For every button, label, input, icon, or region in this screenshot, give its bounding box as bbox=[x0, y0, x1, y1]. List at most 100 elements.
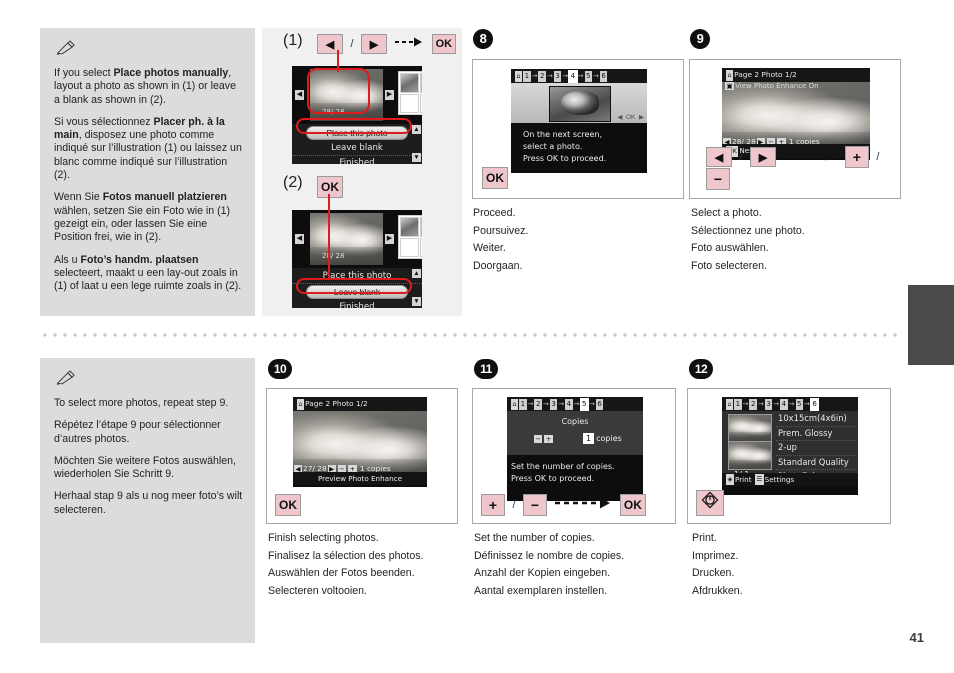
plus-icon-11[interactable]: + bbox=[544, 434, 553, 443]
note-top-p4: Als u Foto’s handm. plaatsen selecteert,… bbox=[54, 253, 242, 293]
crumb-arrow: → bbox=[788, 400, 795, 408]
step-8-caption: Proceed. Poursuivez. Weiter. Doorgaan. bbox=[473, 205, 528, 275]
thumb-selected-slot bbox=[419, 73, 422, 93]
ok-key-step10[interactable]: OK bbox=[275, 494, 301, 516]
crumb-2: 2 bbox=[749, 399, 757, 410]
page-preview-12 bbox=[728, 414, 772, 470]
home-icon-12: ⌂ bbox=[726, 398, 734, 410]
setting-layout[interactable]: 2-up bbox=[776, 441, 856, 456]
step-11-keys: + / − OK bbox=[481, 494, 646, 516]
photo-counter-2: 28/ 28 bbox=[322, 252, 345, 260]
right-arrow-key[interactable]: ▶ bbox=[360, 34, 387, 54]
lcd-footer-10: Preview Photo Enhance bbox=[293, 471, 427, 485]
illustration-label-2: (2) bbox=[283, 174, 303, 191]
left-arrow-key-9[interactable]: ◀ bbox=[706, 147, 732, 167]
copies-label-11: copies bbox=[596, 434, 622, 443]
setting-paper-size[interactable]: 10x15cm(4x6in) bbox=[776, 412, 856, 427]
thumb-filled bbox=[400, 73, 419, 93]
copies-stepper-11[interactable]: − + bbox=[533, 434, 554, 443]
key-slash-9a: / bbox=[739, 151, 743, 163]
note-bottom-p2: Répétez l’étape 9 pour sélectionner d’au… bbox=[54, 419, 221, 445]
scroll-down-icon-2[interactable]: ▼ bbox=[412, 297, 421, 306]
crumb-arrow: → bbox=[588, 400, 595, 408]
message-line-3: Press OK to proceed. bbox=[523, 154, 607, 163]
crumb-arrow: → bbox=[757, 400, 764, 408]
crumb-arrow: → bbox=[531, 72, 538, 80]
menu-item-leave-blank[interactable]: Leave blank bbox=[292, 141, 422, 156]
minus-icon-11[interactable]: − bbox=[534, 434, 543, 443]
print-start-key[interactable] bbox=[696, 490, 724, 516]
layout-thumbnails-2 bbox=[398, 215, 422, 259]
minus-key-9[interactable]: − bbox=[706, 168, 730, 190]
note-top-p1: If you select Place photos manually, lay… bbox=[54, 67, 236, 106]
thumb-empty-4 bbox=[419, 237, 422, 257]
caption-de: Foto auswählen. bbox=[691, 242, 769, 254]
note-box-bottom: To select more photos, repeat step 9. Ré… bbox=[40, 358, 255, 643]
nav-right-icon[interactable]: ▶ bbox=[385, 90, 394, 100]
thumb-selected-slot-2 bbox=[419, 217, 422, 237]
setting-paper-type[interactable]: Prem. Glossy bbox=[776, 427, 856, 442]
step-12-caption: Print. Imprimez. Drucken. Afdrukken. bbox=[692, 530, 743, 600]
lcd-screen-8: ⌂ 1 → 2 → 3 → 4 → 5 → 6 ◀ OK ▶ On the next screen, … bbox=[511, 69, 647, 173]
message-line-2-11: Press OK to proceed. bbox=[511, 474, 595, 483]
step-panel-12: ⌂1→2→3→4→5→6 1/ 1 10x15cm(4x6in) Prem. G… bbox=[687, 388, 891, 524]
nav-left-icon-2[interactable]: ◀ bbox=[295, 234, 304, 244]
crumb-1: 1 bbox=[523, 71, 531, 82]
caption-en: Print. bbox=[692, 532, 717, 544]
callout-ring-leave-blank bbox=[296, 278, 412, 294]
home-icon-11: ⌂ bbox=[511, 398, 519, 410]
lcd-title-text-9: Page 2 Photo 1/2 bbox=[734, 70, 797, 79]
caption-fr: Définissez le nombre de copies. bbox=[474, 549, 625, 562]
note-box-top: If you select Place photos manually, lay… bbox=[40, 28, 255, 316]
plus-key-9[interactable]: + bbox=[844, 146, 869, 168]
dashed-arrow-icon-11 bbox=[555, 496, 611, 515]
preview-slot-2 bbox=[729, 442, 771, 469]
lcd-subtitle-9: ▣ View Photo Enhance On bbox=[725, 81, 819, 90]
minus-key-11[interactable]: − bbox=[522, 494, 547, 516]
copies-value-group-11: 1 copies bbox=[581, 433, 622, 444]
step-badge-8: 8 bbox=[473, 29, 493, 49]
crumb-2: 2 bbox=[538, 71, 546, 82]
menu-item-finished-2[interactable]: Finished bbox=[292, 300, 422, 308]
lcd-title-text-10: Page 2 Photo 1/2 bbox=[305, 399, 368, 408]
nav-left-icon[interactable]: ◀ bbox=[295, 90, 304, 100]
footer-settings-label: Settings bbox=[764, 474, 795, 484]
crumb-arrow: → bbox=[573, 400, 580, 408]
right-arrow-key-9[interactable]: ▶ bbox=[749, 147, 776, 167]
crumb-3: 3 bbox=[764, 399, 773, 410]
step-panel-10: ⌂ Page 2 Photo 1/2 ◀ 27/ 28 ▶ − + 1 copies Pr… bbox=[266, 388, 458, 524]
caption-en: Set the number of copies. bbox=[474, 532, 595, 544]
scroll-up-icon-2[interactable]: ▲ bbox=[412, 269, 421, 278]
setting-quality[interactable]: Standard Quality bbox=[776, 456, 856, 471]
step-badge-9: 9 bbox=[690, 29, 710, 49]
crumb-6: 6 bbox=[599, 71, 608, 82]
crumb-4: 4 bbox=[780, 399, 788, 410]
message-line-2: select a photo. bbox=[523, 142, 583, 151]
step-badge-10: 10 bbox=[268, 359, 292, 379]
plus-key-11[interactable]: + bbox=[481, 494, 505, 516]
caption-nl: Doorgaan. bbox=[473, 259, 523, 272]
menu-item-finished[interactable]: Finished bbox=[292, 156, 422, 164]
scroll-down-icon[interactable]: ▼ bbox=[412, 153, 421, 162]
thumb-filled-2 bbox=[400, 217, 419, 237]
thumb-empty-2 bbox=[419, 93, 422, 113]
settings-area-12: 1/ 1 10x15cm(4x6in) Prem. Glossy 2-up St… bbox=[722, 411, 858, 486]
scroll-up-icon[interactable]: ▲ bbox=[412, 125, 421, 134]
copies-area-11: Copies − + 1 copies bbox=[507, 411, 643, 455]
preview-slot-1 bbox=[729, 415, 771, 442]
ok-key-step8[interactable]: OK bbox=[482, 167, 508, 189]
crumb-arrow: → bbox=[527, 400, 534, 408]
ok-key[interactable]: OK bbox=[431, 34, 456, 54]
note-top-p2: Si vous sélectionnez Placer ph. à la mai… bbox=[54, 115, 242, 182]
crumb-arrow: → bbox=[562, 72, 569, 80]
crumb-4: 4 bbox=[565, 399, 573, 410]
nav-right-icon-2[interactable]: ▶ bbox=[385, 234, 394, 244]
photo-preview-2 bbox=[310, 213, 383, 265]
ok-key-step11[interactable]: OK bbox=[619, 494, 646, 516]
dashed-arrow-icon bbox=[395, 35, 423, 53]
crumb-1: 1 bbox=[734, 399, 742, 410]
key-slash-9b: / bbox=[876, 151, 880, 163]
lcd-footer-12: ◈ Print ☰ Settings bbox=[722, 472, 858, 486]
caption-nl: Afdrukken. bbox=[692, 584, 743, 597]
breadcrumb-12: ⌂ 1 → 2 → 3 → 4 → 5 → 6 bbox=[722, 397, 858, 411]
